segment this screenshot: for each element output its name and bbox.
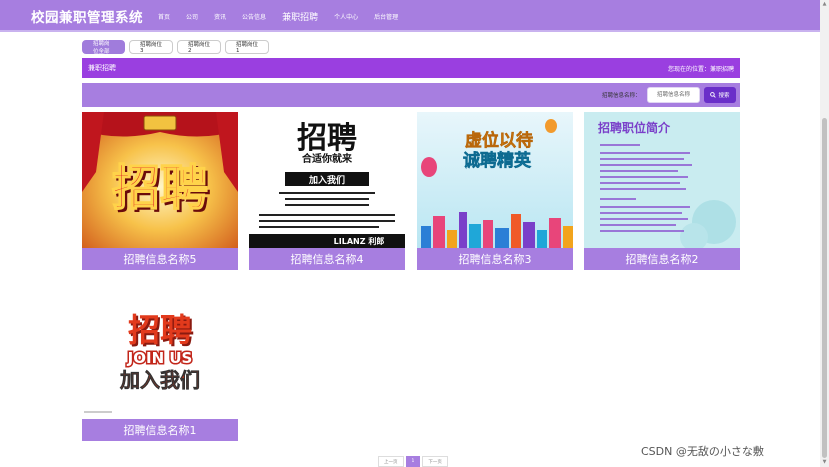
search-button[interactable]: 搜索 (704, 87, 736, 103)
section-title: 兼职招聘 (88, 64, 116, 72)
job-card-title[interactable]: 招聘信息名称1 (82, 419, 238, 441)
nav-item-notice[interactable]: 公告信息 (234, 12, 274, 21)
tab-job-3[interactable]: 招聘岗位3 (129, 40, 173, 54)
pagination: 上一页 1 下一页 (378, 456, 448, 467)
job-card[interactable]: 虚位以待 诚聘精英 招聘信息名称3 (417, 112, 573, 270)
job-card[interactable]: 招聘 合适你就来 加入我们 LILANZ 利郎 招聘信息名称4 (249, 112, 405, 270)
search-button-label: 搜索 (718, 93, 730, 99)
job-poster-image: 虚位以待 诚聘精英 (417, 112, 573, 248)
job-poster-image: 招聘 招聘 JOIN US 加入我们 (82, 283, 238, 419)
poster-cta: 加入我们 (119, 368, 200, 392)
scroll-up-icon[interactable]: ▲ (821, 1, 828, 8)
scroll-down-icon[interactable]: ▼ (821, 459, 828, 466)
poster-subtitle: 合适你就来 (301, 152, 353, 165)
poster-title: 招聘 (297, 121, 357, 156)
job-card[interactable]: 招聘 招聘 JOIN US 加入我们 招聘信息名称1 (82, 283, 238, 441)
nav-item-company[interactable]: 公司 (178, 12, 206, 21)
poster-brand: LILANZ 利郎 (334, 236, 385, 246)
job-card-title[interactable]: 招聘信息名称4 (249, 248, 405, 270)
tab-job-1[interactable]: 招聘岗位1 (225, 40, 269, 54)
poster-title: 虚位以待 (465, 130, 533, 151)
search-icon (710, 92, 717, 98)
main-nav: 首页 公司 资讯 公告信息 兼职招聘 个人中心 后台管理 (150, 0, 406, 32)
job-card[interactable]: 招聘职位简介 招聘信息名称2 (584, 112, 740, 270)
page-number[interactable]: 1 (405, 456, 421, 467)
poster-title: 招聘 (128, 311, 192, 349)
hiring-poster-art: 招聘 招聘 (111, 159, 211, 219)
nav-item-admin[interactable]: 后台管理 (366, 12, 406, 21)
tab-job-2[interactable]: 招聘岗位2 (177, 40, 221, 54)
breadcrumb: 您现在的位置：兼职招聘 (667, 65, 734, 73)
nav-item-home[interactable]: 首页 (150, 12, 178, 21)
nav-item-jobs[interactable]: 兼职招聘 (274, 10, 326, 23)
job-card[interactable]: 招聘 招聘 招聘信息名称5 (82, 112, 238, 270)
search-label: 招聘信息名称： (602, 93, 641, 99)
tab-all[interactable]: 招聘岗位全部 (82, 40, 125, 55)
job-poster-image: 招聘 招聘 (82, 112, 238, 248)
job-card-title[interactable]: 招聘信息名称2 (584, 248, 740, 270)
svg-text:招聘: 招聘 (112, 160, 208, 216)
section-header: 兼职招聘 您现在的位置：兼职招聘 (82, 58, 740, 78)
job-poster-image: 招聘 合适你就来 加入我们 LILANZ 利郎 (249, 112, 405, 248)
poster-subtitle: JOIN US (127, 349, 193, 367)
job-poster-image: 招聘职位简介 (584, 112, 740, 248)
poster-subtitle: 诚聘精英 (463, 150, 532, 171)
prev-page-button[interactable]: 上一页 (378, 456, 404, 467)
scrollbar-thumb[interactable] (822, 118, 827, 458)
search-input[interactable] (647, 87, 700, 103)
job-card-title[interactable]: 招聘信息名称5 (82, 248, 238, 270)
top-navbar: 校园兼职管理系统 首页 公司 资讯 公告信息 兼职招聘 个人中心 后台管理 (0, 0, 829, 32)
nav-item-news[interactable]: 资讯 (206, 12, 234, 21)
nav-item-profile[interactable]: 个人中心 (326, 12, 366, 21)
category-tabs: 招聘岗位全部 招聘岗位3 招聘岗位2 招聘岗位1 (82, 40, 269, 55)
search-bar: 招聘信息名称： 搜索 (82, 83, 740, 107)
watermark: CSDN @无敌の小さな敷 (641, 445, 764, 458)
poster-title: 招聘职位简介 (598, 120, 671, 135)
poster-cta: 加入我们 (308, 174, 345, 186)
job-card-title[interactable]: 招聘信息名称3 (417, 248, 573, 270)
site-brand[interactable]: 校园兼职管理系统 (31, 6, 143, 26)
next-page-button[interactable]: 下一页 (422, 456, 448, 467)
